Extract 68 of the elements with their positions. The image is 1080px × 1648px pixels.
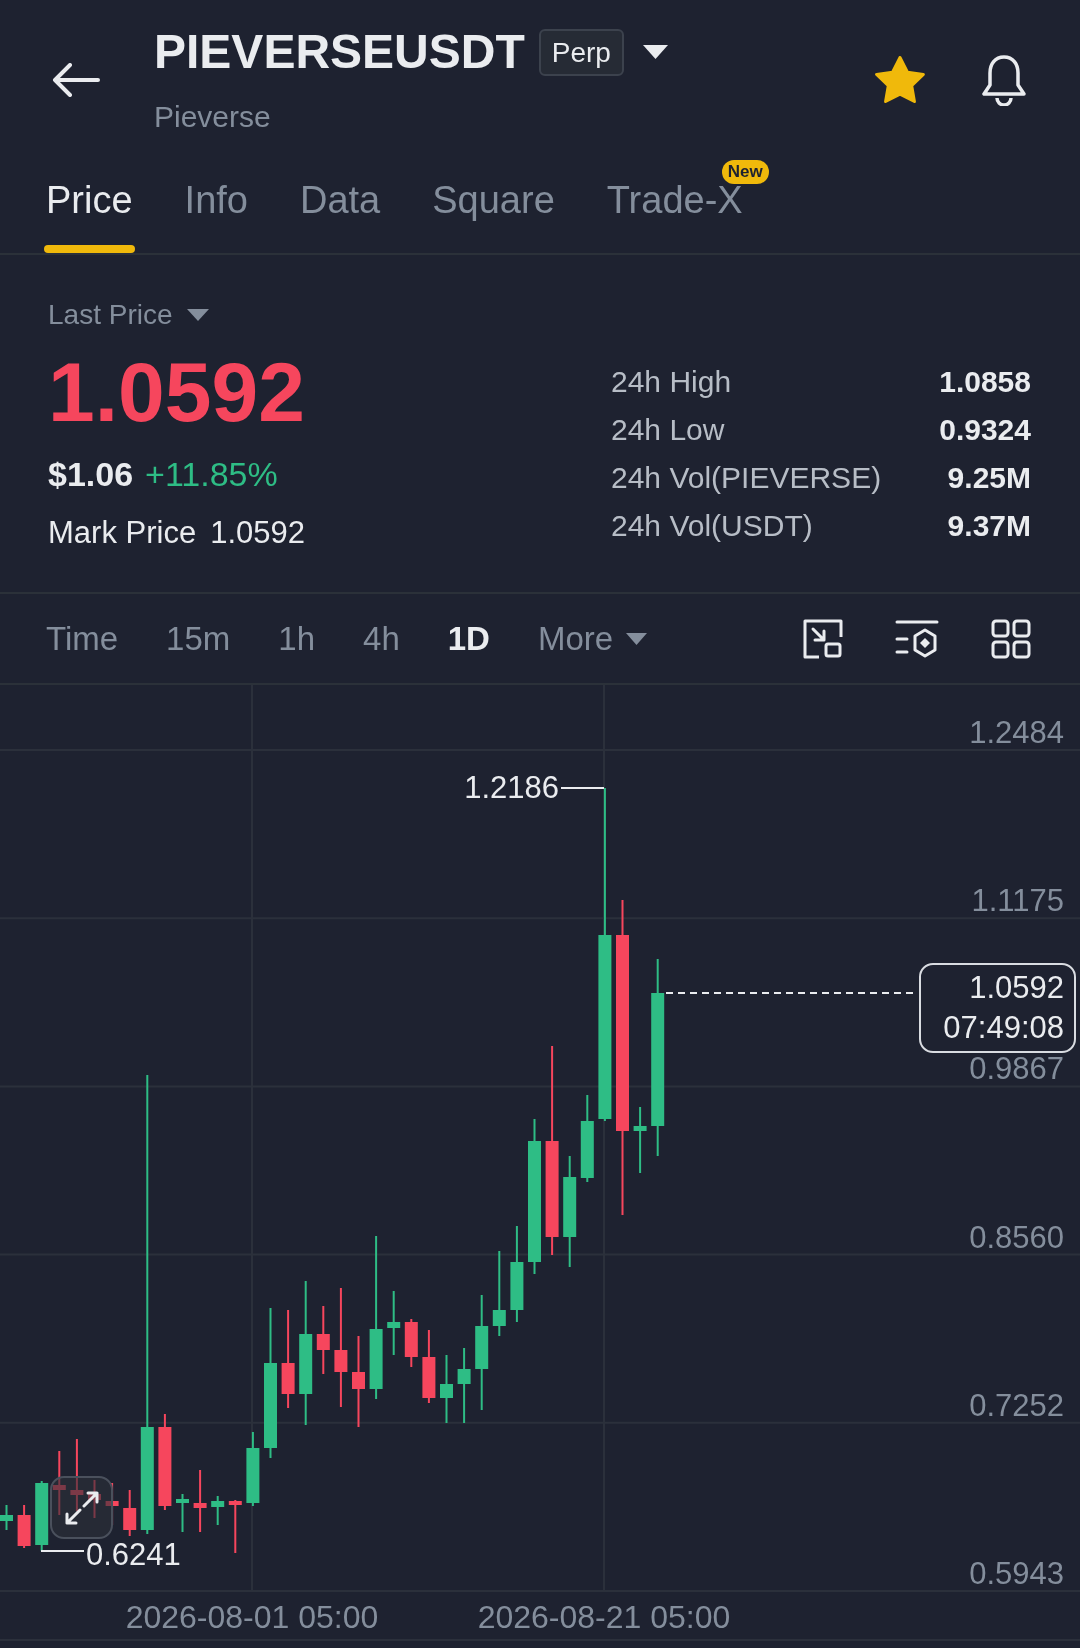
bell-icon[interactable] <box>980 54 1028 106</box>
more-dropdown[interactable]: More <box>537 618 648 659</box>
stat-label: 24h High <box>611 364 733 400</box>
stat-value: 9.37M <box>946 508 1031 544</box>
picture-in-picture-icon[interactable] <box>803 618 843 659</box>
candle <box>35 1480 49 1552</box>
tab[interactable]: Data <box>297 160 383 253</box>
pair-name: Pieverse <box>154 100 271 134</box>
high-price-label: 1.2186 <box>464 770 559 806</box>
stat-label: 24h Vol(USDT) <box>611 508 814 544</box>
contract-badge: Perp <box>538 28 624 76</box>
candle <box>228 1499 242 1554</box>
price-type-dropdown[interactable]: Last Price <box>48 299 209 331</box>
x-axis-label: 2026-08-21 05:00 <box>477 1599 731 1635</box>
y-axis-label: 0.9867 <box>969 1053 1064 1086</box>
price-change: +11.85% <box>145 454 278 494</box>
candle <box>211 1495 225 1526</box>
candle <box>52 1450 66 1516</box>
candle <box>193 1469 207 1533</box>
candle <box>176 1493 189 1533</box>
interval-tab[interactable]: 15m <box>166 618 231 659</box>
usd-price: $1.06 <box>48 454 134 494</box>
price-tag-value: 1.0592 <box>969 969 1064 1007</box>
expand-icon <box>64 1490 99 1525</box>
grid-icon[interactable] <box>991 618 1031 659</box>
candle <box>316 1305 330 1375</box>
interval-tab[interactable]: 1h <box>278 618 316 659</box>
y-axis-label: 0.5943 <box>969 1558 1064 1590</box>
stat-label: 24h Low <box>611 412 726 448</box>
last-price: 1.0592 <box>48 350 305 434</box>
candle <box>0 1504 13 1531</box>
interval-tab[interactable]: 1D <box>447 618 490 659</box>
candle <box>404 1318 418 1368</box>
stat-value: 0.9324 <box>939 412 1031 448</box>
tab[interactable]: Trade-X New <box>604 160 769 253</box>
stat-value: 1.0858 <box>939 364 1031 400</box>
y-axis-label: 0.7252 <box>969 1389 1064 1422</box>
candle <box>123 1489 137 1537</box>
stat-label: 24h Vol(PIEVERSE) <box>611 460 883 496</box>
y-axis-label: 1.1175 <box>971 885 1064 918</box>
candle <box>387 1290 401 1356</box>
leader-line <box>560 787 605 789</box>
low-price-label: 0.6241 <box>86 1537 181 1573</box>
lines-hexagon-icon[interactable] <box>895 618 939 659</box>
candle <box>105 1482 119 1526</box>
candle <box>88 1479 101 1519</box>
interval-tab[interactable]: 4h <box>363 618 400 659</box>
candle <box>17 1504 31 1549</box>
candle <box>633 1106 647 1174</box>
x-axis-label: 2026-08-01 05:00 <box>125 1599 379 1635</box>
caret-down-icon[interactable] <box>642 45 668 59</box>
symbol-title: PIEVERSEUSDT <box>154 26 525 78</box>
candle <box>440 1354 453 1424</box>
expand-button[interactable] <box>50 1476 113 1539</box>
new-badge: New <box>721 160 769 184</box>
tab[interactable]: Price <box>44 160 135 253</box>
tab[interactable]: Square <box>430 160 557 253</box>
countdown-text: 07:49:08 <box>943 1009 1064 1047</box>
star-icon[interactable] <box>875 56 925 104</box>
y-axis-label: 1.2484 <box>969 717 1064 749</box>
mark-price-value: 1.0592 <box>210 515 305 551</box>
leader-line <box>40 1550 85 1552</box>
tab[interactable]: Info <box>182 160 250 253</box>
back-arrow-icon[interactable] <box>52 63 100 97</box>
stat-value: 9.25M <box>946 460 1031 496</box>
interval-tab[interactable]: Time <box>46 618 119 659</box>
mark-price-label: Mark Price <box>48 515 197 551</box>
y-axis-label: 0.8560 <box>969 1221 1064 1254</box>
